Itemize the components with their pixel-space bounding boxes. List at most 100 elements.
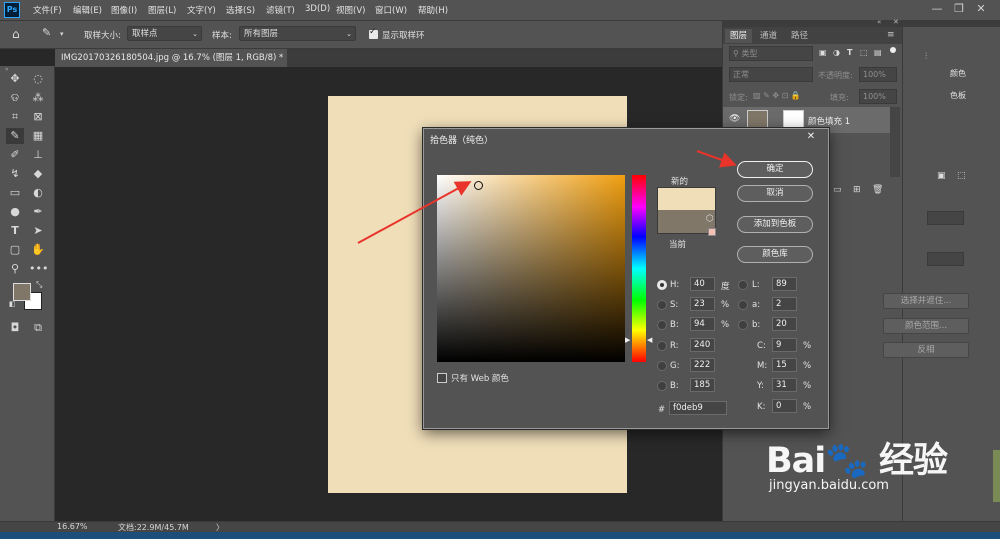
green-radio[interactable] <box>657 361 667 371</box>
cyan-field[interactable]: 9 <box>772 338 797 352</box>
menu-view[interactable]: 视图(V) <box>336 4 365 16</box>
tab-channels[interactable]: 通道 <box>755 29 782 43</box>
gradient-icon[interactable]: ▭ <box>6 185 24 201</box>
brightness-radio[interactable] <box>657 320 667 330</box>
type-icon[interactable]: T <box>6 223 24 239</box>
panel-menu-icon[interactable]: ≡ <box>887 30 895 40</box>
filter-pixel-icon[interactable]: ▣ <box>819 48 827 57</box>
swap-colors-icon[interactable]: ⤡ <box>36 280 42 290</box>
layer-filter-select[interactable]: ⚲ 类型 <box>729 46 813 61</box>
black-field[interactable]: 0 <box>772 399 797 413</box>
cancel-button[interactable]: 取消 <box>737 185 813 202</box>
add-to-swatches-button[interactable]: 添加到色板 <box>737 216 813 233</box>
fill-field[interactable]: 100% <box>859 89 897 104</box>
hue-slider-right-arrow[interactable]: ◀ <box>647 336 652 344</box>
density-field[interactable] <box>927 211 964 225</box>
tab-layers[interactable]: 图层 <box>725 29 753 43</box>
red-radio[interactable] <box>657 341 667 351</box>
quick-mask-icon[interactable]: ◘ <box>6 320 24 336</box>
saturation-field[interactable]: 23 <box>690 297 715 311</box>
hue-slider[interactable] <box>632 175 646 362</box>
eye-icon[interactable]: 👁 <box>729 114 740 124</box>
menu-help[interactable]: 帮助(H) <box>418 4 448 16</box>
color-panel-label[interactable]: 颜色 <box>950 68 966 79</box>
document-tab[interactable]: IMG20170326180504.jpg @ 16.7% (图层 1, RGB… <box>55 49 287 67</box>
zoom-level[interactable]: 16.67% <box>57 522 88 531</box>
select-and-mask-button[interactable]: 选择并遮住... <box>883 293 969 309</box>
default-colors-icon[interactable]: ◧ <box>9 300 16 308</box>
saturation-radio[interactable] <box>657 300 667 310</box>
zoom-icon[interactable]: ⚲ <box>6 261 24 277</box>
filter-toggle-icon[interactable] <box>890 47 896 53</box>
lock-pixels-icon[interactable]: ▨ ✎ ✥ ⊡ 🔒 <box>753 91 801 100</box>
web-safe-swatch[interactable] <box>708 228 716 236</box>
eyedropper-icon[interactable]: ✎ <box>6 128 24 144</box>
chevron-down-icon[interactable]: ▾ <box>60 30 64 38</box>
move-icon[interactable]: ✥ <box>6 71 24 87</box>
menu-select[interactable]: 选择(S) <box>226 4 255 16</box>
pen-icon[interactable]: ✒ <box>29 204 47 220</box>
rectangle-icon[interactable]: ▢ <box>6 242 24 258</box>
hand-icon[interactable]: ✋ <box>29 242 47 258</box>
filter-smart-icon[interactable]: ▤ <box>874 48 882 57</box>
red-field[interactable]: 240 <box>690 338 715 352</box>
brush-icon[interactable]: ✐ <box>6 147 24 163</box>
filter-adjustment-icon[interactable]: ◑ <box>833 48 840 57</box>
new-group-icon[interactable]: ▭ <box>833 185 842 195</box>
eyedropper-preset-icon[interactable]: ✎ <box>42 26 51 39</box>
dodge-icon[interactable]: ● <box>6 204 24 220</box>
sample-size-select[interactable]: 取样点 ⌄ <box>127 26 202 41</box>
history-brush-icon[interactable]: ↯ <box>6 166 24 182</box>
menu-type[interactable]: 文字(Y) <box>187 4 216 16</box>
lasso-icon[interactable]: ଡ <box>6 90 24 106</box>
lab-b-radio[interactable] <box>738 320 748 330</box>
delete-layer-icon[interactable]: 🗑 <box>872 185 883 195</box>
path-selection-icon[interactable]: ➤ <box>29 223 47 239</box>
lab-b-field[interactable]: 20 <box>772 317 797 331</box>
marquee-icon[interactable]: ◌ <box>29 71 47 87</box>
brightness-field[interactable]: 94 <box>690 317 715 331</box>
stamp-icon[interactable]: ⊥ <box>29 147 47 163</box>
healing-brush-icon[interactable]: ▦ <box>29 128 47 144</box>
new-layer-icon[interactable]: ⊞ <box>853 185 861 195</box>
blend-mode-select[interactable]: 正常 <box>729 67 813 82</box>
home-icon[interactable]: ⌂ <box>12 27 20 41</box>
hue-slider-left-arrow[interactable]: ▶ <box>625 336 630 344</box>
blue-radio[interactable] <box>657 381 667 391</box>
tab-paths[interactable]: 路径 <box>786 29 813 43</box>
hue-radio[interactable] <box>657 280 667 290</box>
more-tools-icon[interactable]: ••• <box>29 261 48 277</box>
foreground-color-swatch[interactable] <box>13 283 31 301</box>
green-field[interactable]: 222 <box>690 358 715 372</box>
collapse-panel-icon[interactable]: « <box>877 18 881 26</box>
invert-button[interactable]: 反相 <box>883 342 969 358</box>
filter-shape-icon[interactable]: ⬚ <box>860 48 868 57</box>
yellow-field[interactable]: 31 <box>772 378 797 392</box>
swatches-panel-label[interactable]: 色板 <box>950 90 966 101</box>
close-window-icon[interactable]: ✕ <box>974 2 988 16</box>
restore-icon[interactable]: ❐ <box>952 2 966 16</box>
frame-icon[interactable]: ⊠ <box>29 109 47 125</box>
close-icon[interactable]: ✕ <box>802 131 820 143</box>
close-panel-icon[interactable]: ✕ <box>893 18 899 26</box>
sample-select[interactable]: 所有图层 ⌄ <box>239 26 356 41</box>
ok-button[interactable]: 确定 <box>737 161 813 178</box>
menu-layer[interactable]: 图层(L) <box>148 4 176 16</box>
lab-a-radio[interactable] <box>738 300 748 310</box>
color-libraries-button[interactable]: 颜色库 <box>737 246 813 263</box>
lab-l-radio[interactable] <box>738 280 748 290</box>
menu-file[interactable]: 文件(F) <box>33 4 62 16</box>
screen-mode-icon[interactable]: ⧉ <box>29 320 47 336</box>
feather-field[interactable] <box>927 252 964 266</box>
lab-a-field[interactable]: 2 <box>772 297 797 311</box>
menu-edit[interactable]: 编辑(E) <box>73 4 102 16</box>
menu-filter[interactable]: 滤镜(T) <box>266 4 295 16</box>
layer-name[interactable]: 颜色填充 1 <box>808 115 850 127</box>
adjust-icon[interactable]: ⫶ <box>925 52 927 62</box>
hue-field[interactable]: 40 <box>690 277 715 291</box>
opacity-field[interactable]: 100% <box>859 67 897 82</box>
minimize-icon[interactable]: — <box>930 2 944 16</box>
lab-l-field[interactable]: 89 <box>772 277 797 291</box>
color-range-button[interactable]: 颜色范围... <box>883 318 969 334</box>
blur-icon[interactable]: ◐ <box>29 185 47 201</box>
